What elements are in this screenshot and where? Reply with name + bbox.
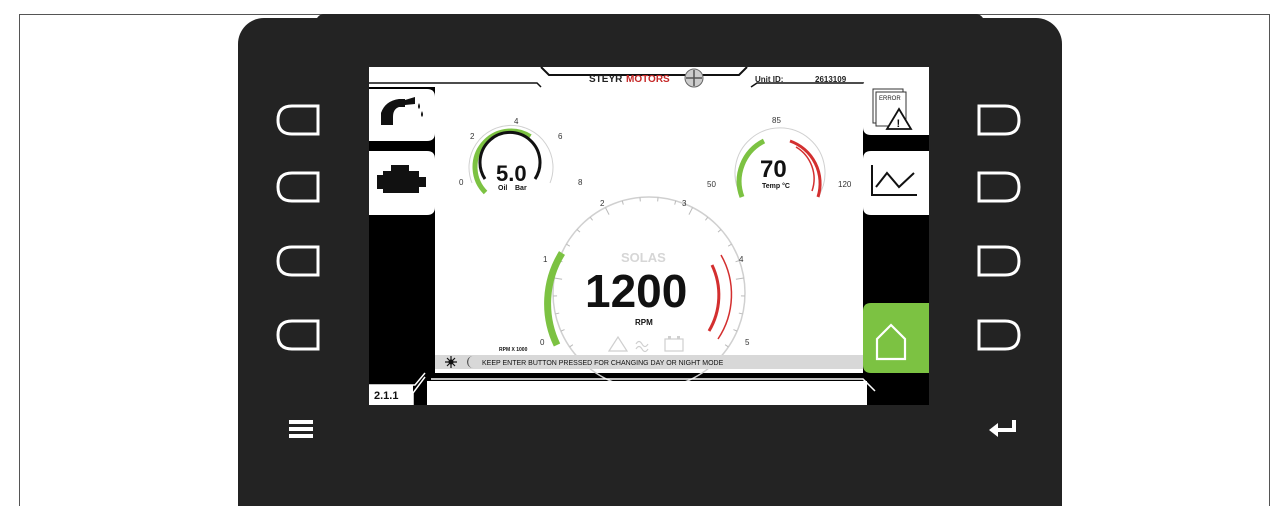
lcd-screen: STEYR MOTORS Unit ID: 2613109 ERROR ! 0 … [369,67,929,405]
oil-tick-8: 8 [578,178,583,187]
tab-home[interactable] [863,303,929,373]
rpm-watermark: SOLAS [621,250,666,265]
status-message: KEEP ENTER BUTTON PRESSED FOR CHANGING D… [482,360,724,367]
temp-tick-120: 120 [838,180,852,189]
temp-tick-85: 85 [772,116,781,125]
footer-strip [427,381,867,405]
tab-trend[interactable] [863,151,929,215]
left-softkey-3[interactable] [274,244,320,278]
gauge-panel [435,87,863,373]
rpm-unit: RPM [635,318,653,327]
tab-fuel[interactable] [369,89,435,141]
rpm-tick-2: 2 [600,199,605,208]
right-softkey-3[interactable] [977,244,1023,278]
page-number: 2.1.1 [374,390,398,402]
screen-canvas: STEYR MOTORS Unit ID: 2613109 ERROR ! 0 … [369,67,929,405]
error-label: ERROR [879,96,901,102]
rpm-scale-label: RPM X 1000 [499,347,528,353]
brand-motors: MOTORS [626,74,670,85]
brand-logo-icon [684,68,704,88]
right-softkey-1[interactable] [977,103,1023,137]
brand-steyr: STEYR [589,74,623,85]
oil-tick-0: 0 [459,178,464,187]
error-warning-icon: ERROR ! [872,88,913,130]
oil-tick-4: 4 [514,117,519,126]
temp-unit: Temp °C [762,182,790,190]
svg-text:!: ! [897,118,901,130]
unit-id-value: 2613109 [815,75,847,84]
tab-error[interactable]: ERROR ! [863,79,929,135]
oil-tick-6: 6 [558,132,563,141]
unit-id-label: Unit ID: [755,75,783,84]
left-softkey-1[interactable] [274,103,320,137]
menu-icon[interactable] [289,418,313,440]
left-softkey-4[interactable] [274,318,320,352]
temp-tick-50: 50 [707,180,716,189]
rpm-value: 1200 [585,265,687,317]
rpm-tick-3: 3 [682,199,687,208]
right-softkey-4[interactable] [977,318,1023,352]
oil-unit: Bar [515,185,527,192]
temp-value: 70 [760,156,787,183]
rpm-tick-1: 1 [543,255,548,264]
tab-engine[interactable] [369,151,435,215]
rpm-tick-4: 4 [739,255,744,264]
oil-value: 5.0 [496,161,527,186]
enter-icon[interactable] [986,418,1020,440]
right-softkey-2[interactable] [977,170,1023,204]
rpm-tick-5: 5 [745,338,750,347]
oil-tick-2: 2 [470,132,475,141]
oil-label: Oil [498,185,507,192]
left-softkey-2[interactable] [274,170,320,204]
rpm-tick-0: 0 [540,338,545,347]
